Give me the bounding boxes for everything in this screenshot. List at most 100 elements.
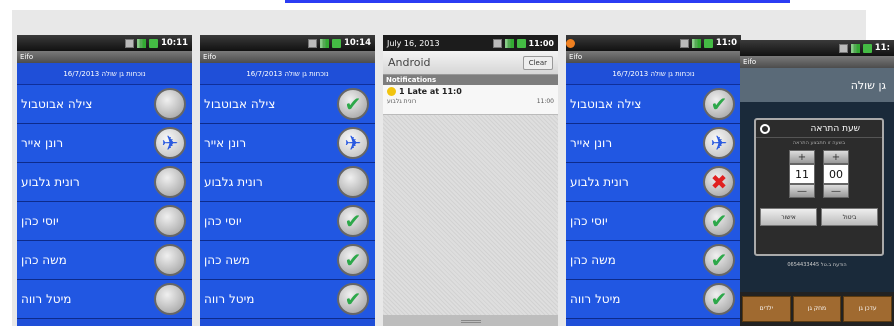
screen-attendance-2: 10:14 Eifo נוכחות גן שולה 16/7/2013 צילה… — [200, 35, 375, 326]
checkmark-icon[interactable]: ✔ — [337, 88, 369, 120]
tab-update-kindergarten[interactable]: עדכן גן — [843, 296, 893, 322]
grip-icon — [460, 319, 481, 323]
status-time: 10:14 — [343, 38, 371, 48]
child-name: יוסי כהן — [204, 214, 242, 228]
child-row[interactable]: יוסי כהן ✔ — [566, 202, 741, 241]
signal-icon — [504, 38, 514, 48]
time-picker-dialog: שעת התראה בשעה זו תתבצע התראה + 11 — + 0… — [754, 118, 884, 256]
child-list: צילה אבוטבול רונן אייר ✈ רונית גלבוע יוסי כה… — [17, 85, 192, 319]
sim-icon — [307, 38, 317, 48]
bottom-tabs: ילדים מחק גן עדכן גן — [740, 292, 894, 326]
clear-button[interactable]: Clear — [522, 55, 553, 70]
checkmark-icon[interactable]: ✔ — [703, 244, 735, 276]
child-name: משה כהן — [570, 253, 616, 267]
minute-increment-button[interactable]: + — [823, 150, 849, 164]
smiley-icon — [387, 87, 396, 96]
status-circle-icon[interactable] — [154, 205, 186, 237]
minute-decrement-button[interactable]: — — [823, 184, 849, 198]
status-circle-icon[interactable] — [154, 283, 186, 315]
child-row[interactable]: משה כהן ✔ — [200, 241, 375, 280]
child-row[interactable]: רונית גלבוע — [17, 163, 192, 202]
status-circle-icon[interactable] — [154, 88, 186, 120]
empty-area — [383, 115, 558, 315]
status-time: 11:0 — [715, 38, 737, 48]
checkmark-icon[interactable]: ✔ — [337, 205, 369, 237]
child-row[interactable]: רונית גלבוע ✖ — [566, 163, 741, 202]
dialog-title-bar: שעת התראה — [756, 120, 882, 138]
app-title: Eifo — [200, 51, 375, 63]
hour-value[interactable]: 11 — [789, 164, 815, 184]
battery-icon — [148, 38, 158, 48]
sim-icon — [679, 38, 689, 48]
child-row[interactable]: צילה אבוטבול ✔ — [200, 85, 375, 124]
tab-delete-kindergarten[interactable]: מחק גן — [792, 296, 842, 322]
dialog-title: שעת התראה — [810, 123, 860, 134]
child-row[interactable]: משה כהן ✔ — [566, 241, 741, 280]
minute-value[interactable]: 00 — [823, 164, 849, 184]
child-row[interactable]: יוסי כהן ✔ — [200, 202, 375, 241]
child-name: יוסי כהן — [570, 214, 608, 228]
child-row[interactable]: מיטל רווה ✔ — [566, 280, 741, 319]
checkmark-icon[interactable]: ✔ — [703, 283, 735, 315]
child-name: רונן אייר — [204, 136, 247, 150]
child-list: צילה אבוטבול ✔ רונן אייר ✈ רונית גלבוע יוסי כ… — [200, 85, 375, 319]
hour-increment-button[interactable]: + — [789, 150, 815, 164]
child-row[interactable]: רונן אייר ✈ — [17, 124, 192, 163]
battery-icon — [862, 43, 872, 53]
status-circle-icon[interactable] — [154, 166, 186, 198]
clock-icon — [760, 124, 770, 134]
sim-icon — [838, 43, 848, 53]
notifications-section-label: Notifications — [383, 75, 558, 85]
checkmark-icon[interactable]: ✔ — [337, 283, 369, 315]
notification-subtext: רונית גלבוע — [387, 98, 417, 105]
page-subtitle: נוכחות גן שולה 16/7/2013 — [200, 63, 375, 85]
child-list: צילה אבוטבול ✔ רונן אייר ✈ רונית גלבוע ✖ יוסי … — [566, 85, 741, 319]
hour-picker: + 11 — — [789, 150, 815, 198]
ok-button[interactable]: אישור — [760, 208, 817, 226]
child-row[interactable]: צילה אבוטבול — [17, 85, 192, 124]
screenshot-collage: 10:11 Eifo נוכחות גן שולה 16/7/2013 צילה… — [0, 0, 894, 326]
airplane-icon[interactable]: ✈ — [703, 127, 735, 159]
checkmark-icon[interactable]: ✔ — [337, 244, 369, 276]
child-name: משה כהן — [204, 253, 250, 267]
child-name: רונית גלבוע — [570, 175, 629, 189]
alert-icon — [566, 38, 575, 48]
notification-header: Android Clear — [383, 51, 558, 75]
child-name: מיטל רווה — [570, 292, 621, 306]
status-circle-icon[interactable] — [154, 244, 186, 276]
hour-decrement-button[interactable]: — — [789, 184, 815, 198]
status-circle-icon[interactable] — [337, 166, 369, 198]
child-row[interactable]: רונן אייר ✈ — [200, 124, 375, 163]
child-row[interactable]: מיטל רווה — [17, 280, 192, 319]
app-title: Eifo — [740, 56, 894, 68]
notification-title: 1 Late at 11:0 — [399, 87, 462, 96]
child-row[interactable]: צילה אבוטבול ✔ — [566, 85, 741, 124]
checkmark-icon[interactable]: ✔ — [703, 205, 735, 237]
screen-notifications: July 16, 2013 11:00 Android Clear Notifi… — [383, 35, 558, 326]
status-bar: July 16, 2013 11:00 — [383, 35, 558, 51]
cancel-button[interactable]: ביטול — [821, 208, 878, 226]
child-row[interactable]: יוסי כהן — [17, 202, 192, 241]
carrier-name: Android — [388, 56, 431, 69]
child-row[interactable]: משה כהן — [17, 241, 192, 280]
checkmark-icon[interactable]: ✔ — [703, 88, 735, 120]
sim-icon — [124, 38, 134, 48]
airplane-icon[interactable]: ✈ — [337, 127, 369, 159]
child-name: צילה אבוטבול — [204, 97, 276, 111]
signal-icon — [136, 38, 146, 48]
cross-icon[interactable]: ✖ — [703, 166, 735, 198]
status-time: 11:00 — [528, 38, 554, 48]
dialog-buttons: אישור ביטול — [760, 208, 878, 226]
child-row[interactable]: רונית גלבוע — [200, 163, 375, 202]
child-row[interactable]: מיטל רווה ✔ — [200, 280, 375, 319]
child-name: רונית גלבוע — [21, 175, 80, 189]
status-bar: 10:11 — [17, 35, 192, 51]
airplane-icon[interactable]: ✈ — [154, 127, 186, 159]
drag-handle[interactable] — [383, 315, 558, 326]
notification-item[interactable]: 1 Late at 11:0 רונית גלבוע 11:00 — [383, 85, 558, 115]
app-title: Eifo — [17, 51, 192, 63]
signal-icon — [691, 38, 701, 48]
child-name: מיטל רווה — [21, 292, 72, 306]
child-row[interactable]: רונן אייר ✈ — [566, 124, 741, 163]
tab-children[interactable]: ילדים — [742, 296, 791, 322]
